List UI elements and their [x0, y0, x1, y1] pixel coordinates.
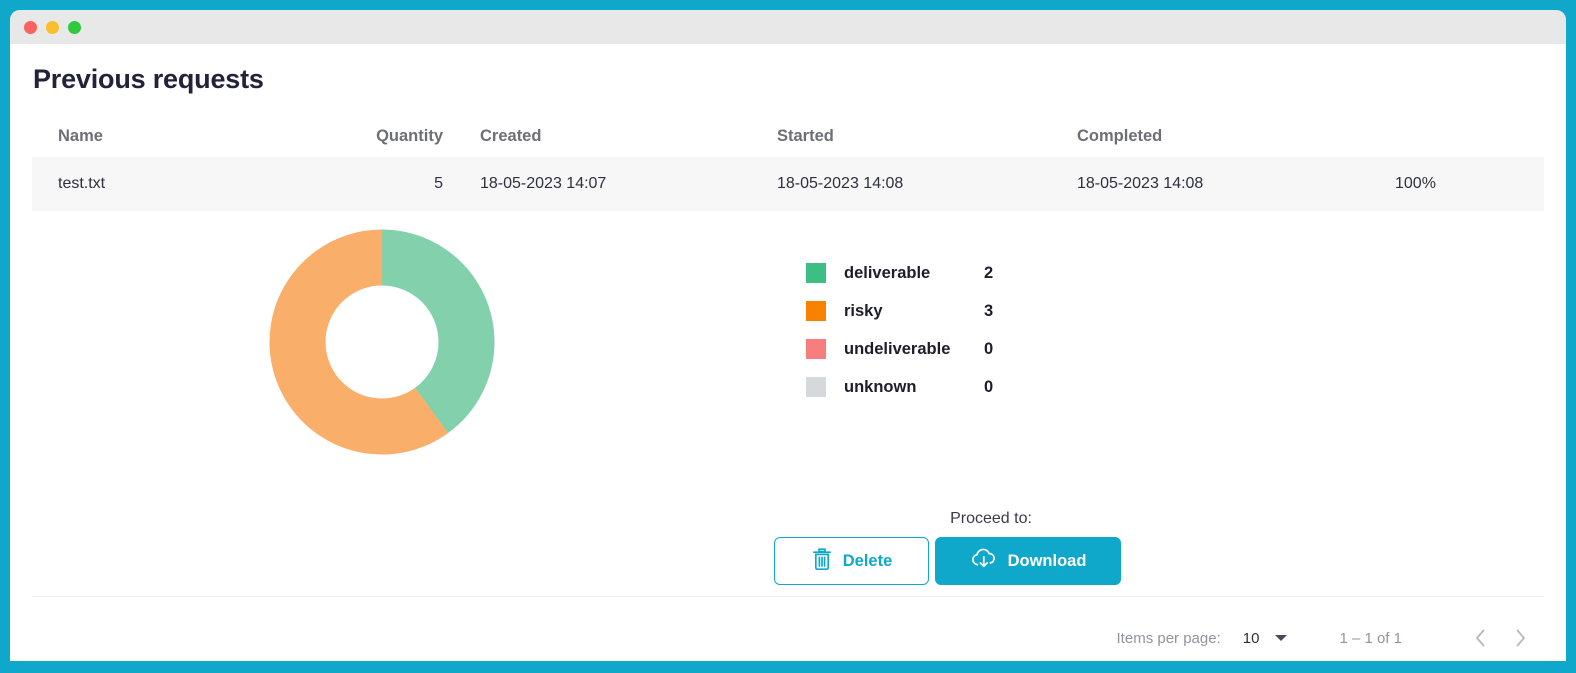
results-chart-area: deliverable 2 risky 3 undeliverable 0: [32, 221, 1544, 471]
legend-swatch-risky: [806, 301, 826, 321]
delete-button-label: Delete: [843, 552, 893, 571]
items-per-page-label: Items per page:: [1117, 630, 1221, 647]
items-per-page-value[interactable]: 10: [1243, 630, 1260, 647]
legend-value-unknown: 0: [984, 378, 993, 397]
column-header-name: Name: [32, 127, 264, 146]
legend-swatch-unknown: [806, 377, 826, 397]
delete-button[interactable]: Delete: [774, 537, 929, 585]
page-range-label: 1 – 1 of 1: [1339, 630, 1402, 647]
cell-name: test.txt: [32, 175, 264, 193]
legend-label-unknown: unknown: [844, 378, 984, 397]
legend-item-deliverable: deliverable 2: [806, 254, 993, 292]
chevron-down-icon[interactable]: [1275, 635, 1287, 641]
download-button-label: Download: [1008, 552, 1087, 571]
page-content: Previous requests Name Quantity Created …: [10, 44, 1566, 661]
page-title: Previous requests: [32, 64, 1544, 95]
column-header-started: Started: [767, 127, 1067, 146]
column-header-completed: Completed: [1067, 127, 1367, 146]
requests-table: Name Quantity Created Started Completed …: [32, 115, 1544, 211]
legend-label-undeliverable: undeliverable: [844, 340, 984, 359]
previous-page-button[interactable]: [1460, 618, 1500, 658]
proceed-label: Proceed to:: [772, 510, 1132, 528]
cell-created: 18-05-2023 14:07: [471, 175, 767, 193]
minimize-window-button[interactable]: [46, 21, 59, 34]
cell-progress: 100%: [1367, 175, 1544, 193]
legend-value-risky: 3: [984, 302, 993, 321]
legend-swatch-deliverable: [806, 263, 826, 283]
chevron-left-icon: [1474, 628, 1487, 648]
legend-label-risky: risky: [844, 302, 984, 321]
app-frame: Previous requests Name Quantity Created …: [0, 0, 1576, 673]
cell-started: 18-05-2023 14:08: [767, 175, 1067, 193]
download-button[interactable]: Download: [935, 537, 1121, 585]
chevron-right-icon: [1514, 628, 1527, 648]
close-window-button[interactable]: [24, 21, 37, 34]
legend-label-deliverable: deliverable: [844, 264, 984, 283]
chart-legend: deliverable 2 risky 3 undeliverable 0: [732, 221, 993, 406]
cell-quantity: 5: [264, 175, 471, 193]
window-titlebar: [10, 10, 1566, 44]
donut-chart-svg: [269, 229, 495, 455]
legend-swatch-undeliverable: [806, 339, 826, 359]
donut-chart: [32, 221, 732, 455]
legend-item-undeliverable: undeliverable 0: [806, 330, 993, 368]
paginator-divider: [32, 596, 1544, 597]
actions-panel: Proceed to: Delete: [772, 510, 1132, 585]
legend-item-unknown: unknown 0: [806, 368, 993, 406]
action-buttons: Delete Download: [772, 537, 1132, 585]
cloud-download-icon: [970, 547, 998, 576]
column-header-quantity: Quantity: [264, 127, 471, 146]
trash-icon: [811, 547, 833, 576]
legend-value-deliverable: 2: [984, 264, 993, 283]
app-window: Previous requests Name Quantity Created …: [10, 10, 1566, 661]
table-row[interactable]: test.txt 5 18-05-2023 14:07 18-05-2023 1…: [32, 157, 1544, 211]
paginator: Items per page: 10 1 – 1 of 1: [1117, 610, 1540, 661]
legend-value-undeliverable: 0: [984, 340, 993, 359]
cell-completed: 18-05-2023 14:08: [1067, 175, 1367, 193]
maximize-window-button[interactable]: [68, 21, 81, 34]
column-header-created: Created: [471, 127, 767, 146]
legend-item-risky: risky 3: [806, 292, 993, 330]
table-header-row: Name Quantity Created Started Completed: [32, 115, 1544, 157]
next-page-button[interactable]: [1500, 618, 1540, 658]
